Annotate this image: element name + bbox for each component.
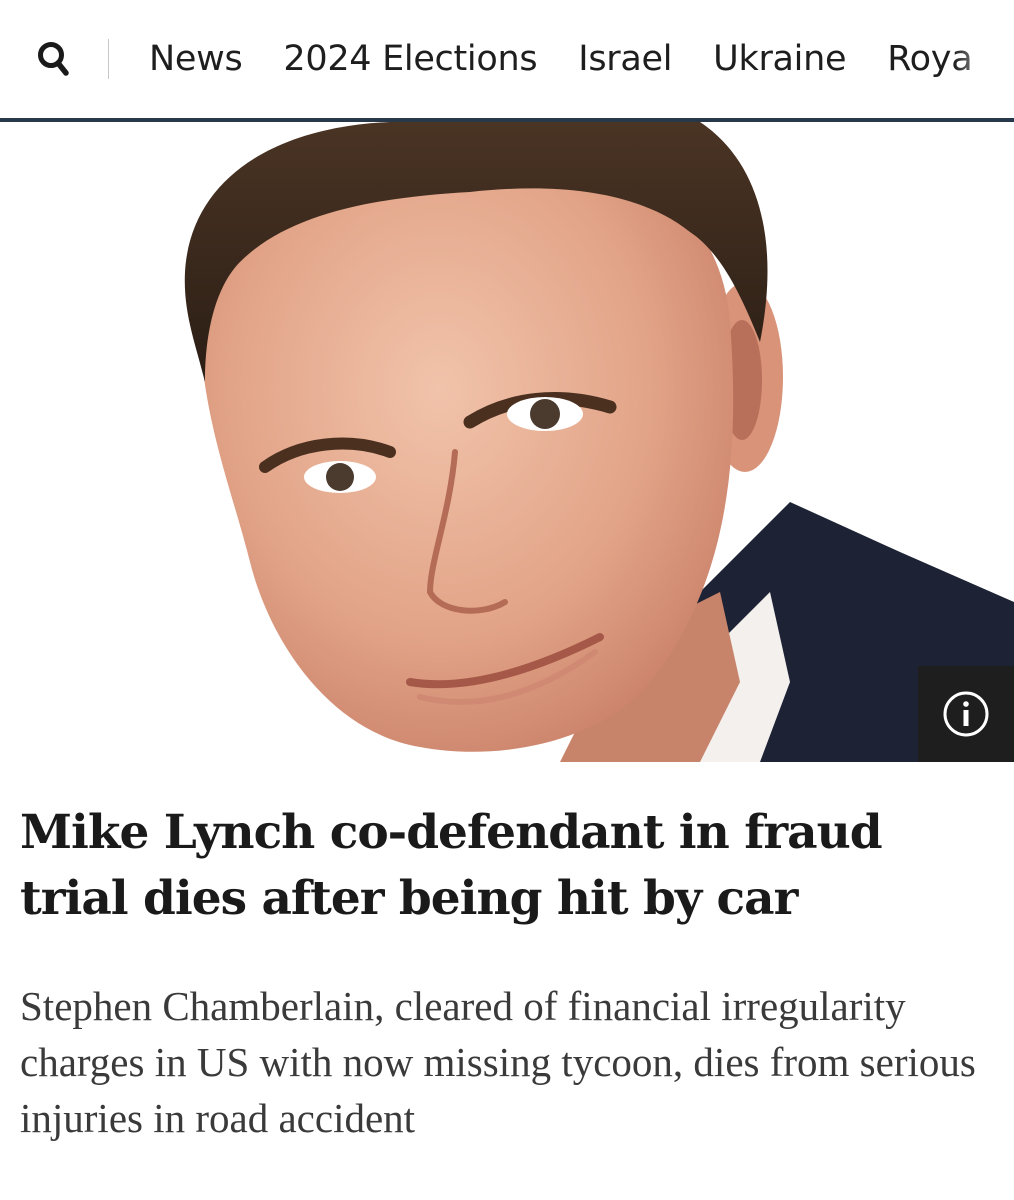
info-icon [943,691,989,737]
nav-item-ukraine[interactable]: Ukraine [713,39,846,79]
nav-overflow-fade [954,0,1014,118]
image-info-button[interactable] [918,666,1014,762]
nav-divider [108,39,109,79]
section-nav: News 2024 Elections Israel Ukraine Roya [149,39,1013,79]
nav-item-2024-elections[interactable]: 2024 Elections [283,39,537,79]
nav-item-news[interactable]: News [149,39,243,79]
article-summary: Mike Lynch co-defendant in fraud trial d… [0,800,1014,1146]
top-navigation: News 2024 Elections Israel Ukraine Roya [0,0,1014,122]
article-headline[interactable]: Mike Lynch co-defendant in fraud trial d… [20,800,994,932]
portrait-illustration [0,122,1014,762]
nav-item-israel[interactable]: Israel [578,39,672,79]
search-icon [38,42,69,76]
article-standfirst: Stephen Chamberlain, cleared of financia… [20,983,976,1141]
hero-image [0,122,1014,762]
search-button[interactable] [0,0,108,118]
